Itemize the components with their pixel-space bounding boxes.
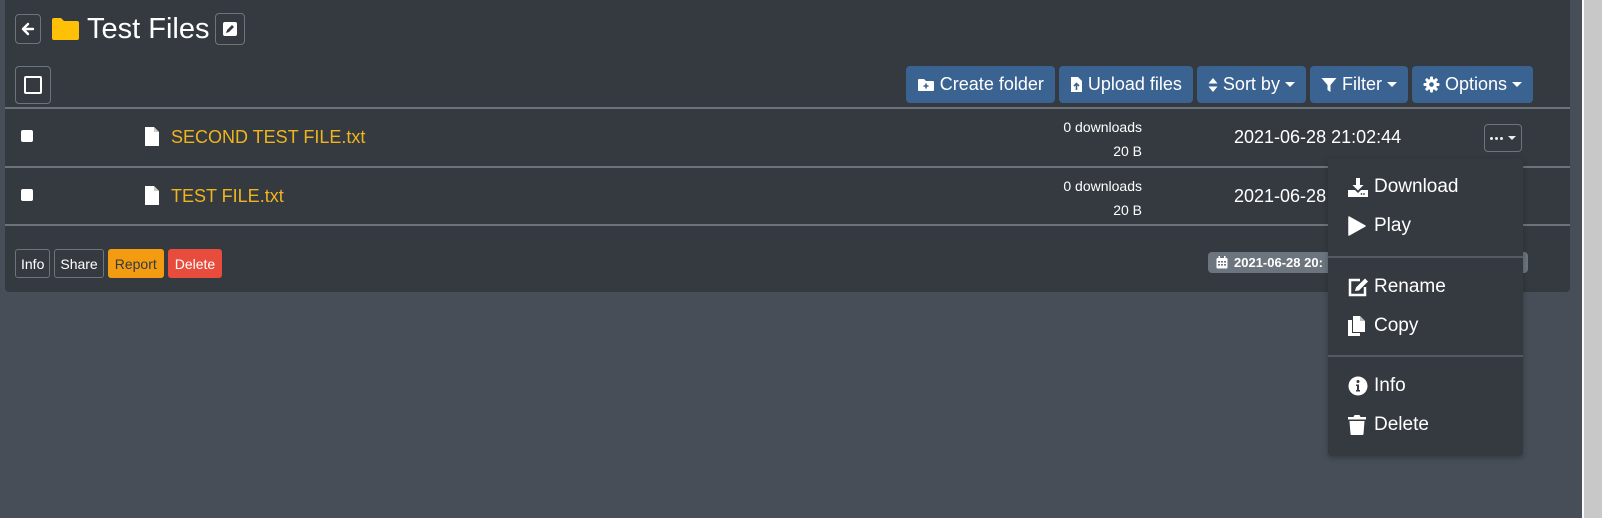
menu-item-download[interactable]: Download [1348, 176, 1459, 198]
menu-label: Delete [1374, 414, 1429, 435]
file-date: 2021-06-28 21:02:44 [1234, 127, 1402, 147]
calendar-icon [1216, 256, 1228, 269]
create-folder-label: Create folder [939, 74, 1044, 94]
file-actions-button[interactable] [1484, 124, 1522, 152]
file-name-link[interactable]: TEST FILE.txt [171, 186, 284, 207]
ellipsis-icon [1490, 136, 1503, 140]
info-circle-icon [1348, 376, 1370, 396]
create-folder-button[interactable]: Create folder [905, 66, 1055, 103]
download-count: 0 downloads [1063, 178, 1142, 194]
edit-icon [223, 22, 238, 36]
folder-plus-icon [917, 78, 935, 92]
caret-down-icon [1512, 82, 1522, 87]
file-checkbox[interactable] [21, 189, 33, 201]
folder-icon [52, 18, 79, 40]
folder-title: Test Files [87, 12, 210, 45]
page-scrollbar[interactable] [1582, 0, 1602, 518]
file-context-menu: Download Play Rename Copy Info Delete [1328, 158, 1523, 456]
square-icon [24, 76, 42, 94]
arrow-left-icon [21, 22, 35, 36]
filter-icon [1321, 77, 1337, 93]
menu-item-copy[interactable]: Copy [1348, 315, 1418, 337]
menu-label: Info [1374, 375, 1406, 396]
options-label: Options [1444, 74, 1507, 94]
menu-label: Download [1374, 176, 1459, 197]
file-icon [145, 127, 159, 146]
select-all-button[interactable] [15, 66, 51, 104]
selection-actions: Info Share Report Delete [15, 249, 223, 278]
report-button[interactable]: Report [107, 249, 164, 278]
edit-icon [1348, 277, 1370, 297]
copy-icon [1348, 316, 1370, 336]
file-date: 2021-06-28 [1234, 186, 1327, 206]
rename-folder-button[interactable] [215, 13, 246, 45]
delete-button[interactable]: Delete [167, 249, 223, 278]
caret-down-icon [1284, 82, 1295, 87]
sort-icon [1208, 77, 1218, 93]
upload-files-label: Upload files [1087, 74, 1182, 94]
file-icon [145, 186, 159, 205]
play-icon [1348, 216, 1370, 236]
menu-item-rename[interactable]: Rename [1348, 276, 1446, 298]
menu-divider [1328, 355, 1523, 357]
options-dropdown[interactable]: Options [1411, 66, 1533, 103]
file-meta: 0 downloads 20 B [1063, 115, 1142, 163]
toolbar: Create folder Upload files Sort by Filte… [905, 66, 1533, 103]
file-upload-icon [1070, 76, 1083, 93]
caret-down-icon [1508, 136, 1516, 140]
caret-down-icon [1386, 82, 1397, 87]
menu-divider [1328, 256, 1523, 258]
file-meta: 0 downloads 20 B [1063, 174, 1142, 222]
sort-by-dropdown[interactable]: Sort by [1196, 66, 1306, 103]
date-badge-text: 2021-06-28 20: [1234, 255, 1323, 270]
menu-item-play[interactable]: Play [1348, 215, 1411, 237]
trash-icon [1348, 415, 1370, 435]
download-icon [1348, 177, 1370, 197]
menu-label: Play [1374, 215, 1411, 236]
menu-item-delete[interactable]: Delete [1348, 414, 1429, 436]
filter-dropdown[interactable]: Filter [1309, 66, 1408, 103]
file-size: 20 B [1113, 143, 1142, 159]
folder-header: Test Files [15, 10, 246, 48]
share-button[interactable]: Share [54, 249, 104, 278]
sort-by-label: Sort by [1222, 74, 1280, 94]
file-checkbox[interactable] [21, 130, 33, 142]
menu-label: Rename [1374, 276, 1446, 297]
menu-label: Copy [1374, 315, 1419, 336]
menu-item-info[interactable]: Info [1348, 375, 1406, 397]
download-count: 0 downloads [1063, 119, 1142, 135]
back-button[interactable] [15, 14, 41, 44]
info-button[interactable]: Info [15, 249, 51, 278]
upload-files-button[interactable]: Upload files [1058, 66, 1193, 103]
file-name-link[interactable]: SECOND TEST FILE.txt [171, 127, 365, 148]
gear-icon [1423, 76, 1440, 93]
page-background: Test Files Create folder Upload files So… [0, 0, 1582, 518]
filter-label: Filter [1341, 74, 1382, 94]
file-size: 20 B [1113, 202, 1142, 218]
